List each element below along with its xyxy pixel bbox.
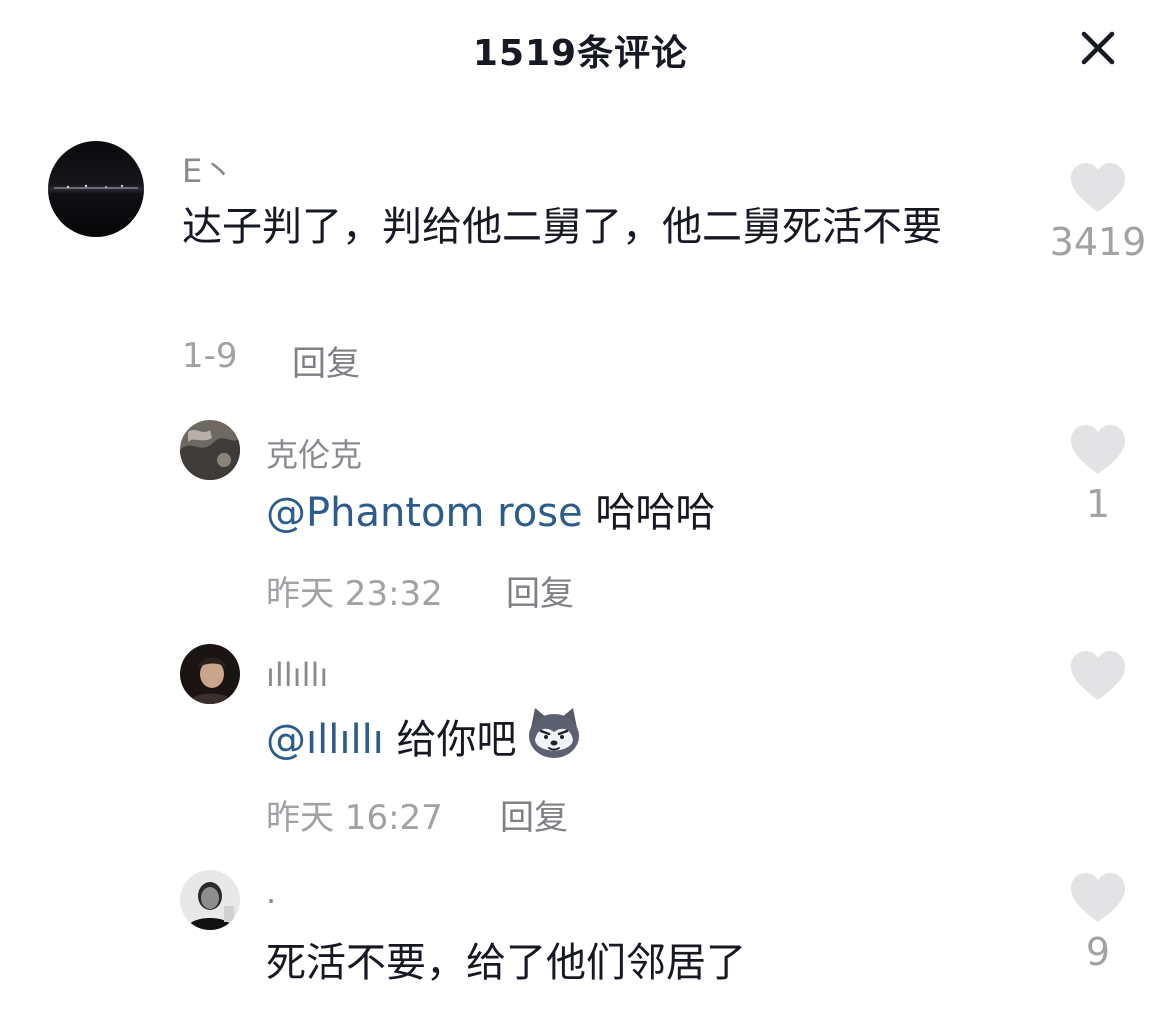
- like-count: 3419: [1049, 220, 1147, 264]
- reply-comment-item: · 死活不要，给了他们邻居了 9: [0, 862, 1161, 1009]
- avatar[interactable]: [180, 420, 240, 480]
- like-button[interactable]: 9: [1048, 872, 1148, 974]
- mention-link[interactable]: @ıllıllı: [266, 717, 384, 763]
- comment-username[interactable]: E丶: [182, 146, 234, 192]
- heart-icon: [1071, 425, 1125, 474]
- heart-icon: [1071, 163, 1125, 212]
- reply-button[interactable]: 回复: [292, 336, 360, 385]
- heart-icon: [1071, 651, 1125, 700]
- reply-button[interactable]: 回复: [506, 566, 574, 615]
- like-button[interactable]: 3419: [1048, 162, 1148, 264]
- avatar[interactable]: [48, 141, 144, 237]
- husky-dog-emoji: [525, 704, 583, 780]
- avatar[interactable]: [180, 644, 240, 704]
- comment-username[interactable]: 克伦克: [266, 430, 362, 476]
- comment-text: 死活不要，给了他们邻居了: [266, 940, 746, 986]
- comment-count-title: 1519条评论: [472, 33, 689, 74]
- like-count: 9: [1085, 930, 1111, 974]
- close-button[interactable]: [1072, 22, 1124, 74]
- reply-comment-item: 克伦克 @Phantom rose 哈哈哈 昨天 23:32 回复 1: [0, 410, 1161, 620]
- comment-item: E丶 达子判了，判给他二舅了，他二舅死活不要 1-9 回复 3419: [0, 130, 1161, 390]
- comment-date: 昨天 23:32: [266, 574, 443, 614]
- comment-body: 给你吧: [396, 717, 517, 763]
- like-count: 1: [1085, 482, 1111, 526]
- comment-text: 达子判了，判给他二舅了，他二舅死活不要: [182, 204, 942, 250]
- comment-username[interactable]: ıllıllı: [266, 656, 328, 694]
- comment-text: @Phantom rose 哈哈哈: [266, 480, 715, 546]
- comment-username[interactable]: ·: [266, 882, 276, 920]
- reply-comment-item: ıllıllı @ıllıllı 给你吧 昨天 16:27 回复: [0, 636, 1161, 846]
- comment-text: @ıllıllı 给你吧: [266, 704, 583, 780]
- comments-header: 1519条评论: [0, 0, 1161, 100]
- like-button[interactable]: 1: [1048, 424, 1148, 526]
- avatar[interactable]: [180, 870, 240, 930]
- mention-link[interactable]: @Phantom rose: [266, 490, 583, 536]
- comment-date: 1-9: [182, 336, 238, 376]
- comment-body: 哈哈哈: [595, 490, 716, 536]
- comment-date: 昨天 16:27: [266, 798, 443, 838]
- close-icon: [1081, 31, 1115, 65]
- reply-button[interactable]: 回复: [500, 790, 568, 839]
- like-button[interactable]: [1048, 650, 1148, 702]
- heart-icon: [1071, 873, 1125, 922]
